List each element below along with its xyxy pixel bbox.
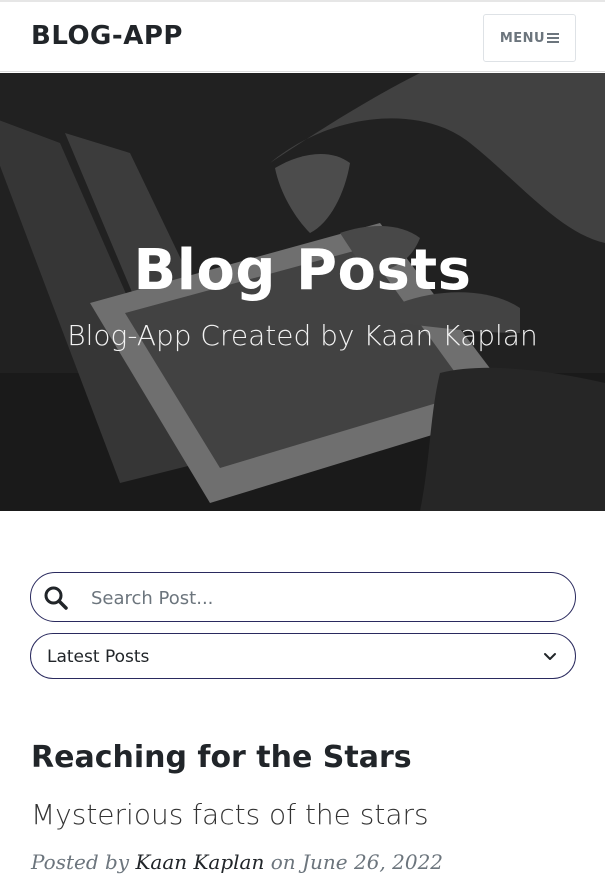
page-title: Blog Posts	[133, 238, 472, 303]
sort-select-value: Latest Posts	[47, 647, 150, 667]
sort-select[interactable]: Latest Posts	[30, 633, 576, 679]
post-title[interactable]: Reaching for the Stars	[31, 740, 412, 775]
posted-by-label: Posted by	[31, 850, 130, 874]
date-prefix: on	[270, 850, 296, 874]
author-link[interactable]: Kaan Kaplan	[135, 850, 264, 874]
search-icon	[44, 586, 68, 610]
post-meta: Posted by Kaan Kaplan on June 26, 2022	[31, 850, 443, 874]
menu-label: MENU	[499, 30, 546, 46]
search-input[interactable]	[91, 581, 561, 615]
hero-banner: Blog Posts Blog-App Created by Kaan Kapl…	[0, 73, 605, 511]
brand-logo[interactable]: BLOG-APP	[31, 21, 183, 51]
hamburger-icon	[547, 33, 560, 43]
page-subtitle: Blog-App Created by Kaan Kaplan	[67, 319, 538, 352]
post-date: June 26, 2022	[302, 850, 444, 874]
post-subtitle[interactable]: Mysterious facts of the stars	[31, 798, 429, 831]
navbar: BLOG-APP MENU	[0, 0, 605, 72]
search-bar	[30, 572, 576, 622]
chevron-down-icon	[544, 653, 556, 660]
menu-button[interactable]: MENU	[483, 14, 576, 62]
